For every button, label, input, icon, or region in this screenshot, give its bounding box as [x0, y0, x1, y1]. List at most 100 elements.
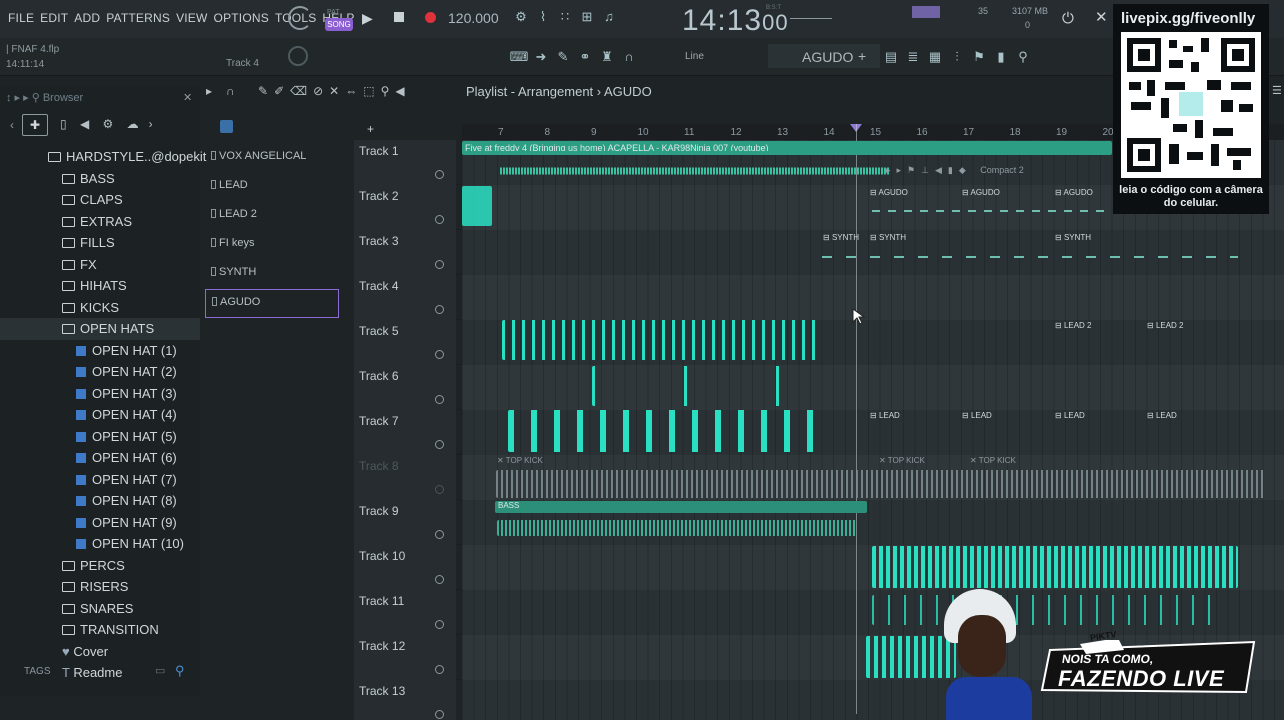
browser-file[interactable]: OPEN HAT (3): [0, 383, 200, 405]
track-lane[interactable]: [462, 455, 1284, 500]
track-lane[interactable]: [462, 545, 1284, 590]
playlist-menu-icon[interactable]: ☰: [1272, 84, 1282, 97]
draw-tool-icon[interactable]: ✎: [258, 84, 274, 98]
track-header[interactable]: Track 7: [354, 410, 456, 455]
playback-tool-icon[interactable]: ◀: [395, 84, 410, 98]
pattern-item[interactable]: SYNTH: [205, 260, 339, 289]
close-icon[interactable]: ✕: [1095, 8, 1108, 26]
browser-folder[interactable]: OPEN HATS: [0, 318, 200, 340]
track-mute-toggle[interactable]: [435, 710, 444, 719]
track-header[interactable]: Track 9: [354, 500, 456, 545]
browser-folder[interactable]: SNARES: [0, 598, 200, 620]
select-tool-icon[interactable]: ⬚: [363, 84, 380, 98]
channel-rack-icon[interactable]: ≣: [902, 48, 924, 66]
playlist-options-icon[interactable]: ▸: [206, 84, 212, 98]
browser-close-icon[interactable]: ✕: [183, 91, 192, 104]
browser-folder[interactable]: TRANSITION: [0, 619, 200, 641]
magnet-icon[interactable]: ∩: [618, 48, 640, 66]
browser-folder[interactable]: PERCS: [0, 555, 200, 577]
track-lane[interactable]: [462, 500, 1284, 545]
browser-folder[interactable]: BASS: [0, 168, 200, 190]
add-pattern-icon[interactable]: +: [858, 48, 866, 64]
link-icon[interactable]: ⚭: [574, 48, 596, 66]
paint-tool-icon[interactable]: ✐: [274, 84, 290, 98]
track-mute-toggle[interactable]: [435, 575, 444, 584]
track-header[interactable]: Track 3: [354, 230, 456, 275]
cloud-icon[interactable]: ☁: [127, 117, 139, 131]
pencil-icon[interactable]: ✎: [552, 48, 574, 66]
menu-file[interactable]: FILE: [8, 11, 34, 25]
track-mute-toggle[interactable]: [435, 350, 444, 359]
menu-options[interactable]: OPTIONS: [214, 11, 269, 25]
stamp-icon[interactable]: ♜: [596, 48, 618, 66]
delete-tool-icon[interactable]: ⌫: [290, 84, 313, 98]
menu-patterns[interactable]: PATTERNS: [106, 11, 170, 25]
pattern-item[interactable]: AGUDO: [205, 289, 339, 318]
metronome-icon[interactable]: ⚙ ⌇ ∷ ⊞ ♫: [510, 8, 620, 26]
menu-edit[interactable]: EDIT: [40, 11, 68, 25]
browser-file[interactable]: OPEN HAT (6): [0, 447, 200, 469]
browser-back-icon[interactable]: ‹: [10, 118, 14, 132]
track-mute-toggle[interactable]: [435, 260, 444, 269]
track-header[interactable]: Track 11: [354, 590, 456, 635]
browser-folder[interactable]: HIHATS: [0, 275, 200, 297]
menu-view[interactable]: VIEW: [176, 11, 207, 25]
pattern-item[interactable]: LEAD 2: [205, 202, 339, 231]
track-mute-toggle[interactable]: [435, 215, 444, 224]
track-lane[interactable]: [462, 590, 1284, 635]
track-header[interactable]: Track 1: [354, 140, 456, 185]
pattern-item[interactable]: VOX ANGELICAL: [205, 144, 339, 173]
pin-icon[interactable]: ⚲: [1012, 48, 1034, 66]
master-volume-knob[interactable]: [288, 6, 312, 30]
folder-icon[interactable]: ▭: [155, 664, 165, 677]
pattern-picker-icon[interactable]: [220, 120, 233, 133]
browser-folder[interactable]: RISERS: [0, 576, 200, 598]
track-lane[interactable]: [462, 365, 1284, 410]
play-icon[interactable]: ▶: [362, 10, 373, 27]
speaker-icon[interactable]: ◀: [80, 117, 89, 131]
track-mute-toggle[interactable]: [435, 485, 444, 494]
search-icon[interactable]: ⚲: [175, 663, 185, 679]
track-lane[interactable]: [462, 230, 1284, 275]
track-lane[interactable]: [462, 320, 1284, 365]
browser-file[interactable]: OPEN HAT (1): [0, 340, 200, 362]
zoom-tool-icon[interactable]: ⚲: [381, 84, 396, 98]
track-header[interactable]: Track 8: [354, 455, 456, 500]
files-icon[interactable]: ▯: [60, 117, 67, 131]
track-mute-toggle[interactable]: [435, 620, 444, 629]
browser-folder[interactable]: HARDSTYLE..@dopekit: [0, 146, 206, 168]
piano-roll-icon[interactable]: ▦: [924, 48, 946, 66]
track-header[interactable]: Track 5: [354, 320, 456, 365]
track-lane[interactable]: [462, 275, 1284, 320]
browser-folder[interactable]: FX: [0, 254, 200, 276]
track-header[interactable]: Track 12: [354, 635, 456, 680]
track-mute-toggle[interactable]: [435, 170, 444, 179]
browser-folder[interactable]: FILLS: [0, 232, 200, 254]
track-header[interactable]: Track 6: [354, 365, 456, 410]
plugin-icon[interactable]: ⚑: [968, 48, 990, 66]
add-track-icon[interactable]: +: [367, 122, 374, 136]
menu-add[interactable]: ADD: [74, 11, 100, 25]
pattern-item[interactable]: FI keys: [205, 231, 339, 260]
browser-folder[interactable]: KICKS: [0, 297, 200, 319]
stop-icon[interactable]: [394, 12, 404, 22]
track-header[interactable]: Track 4: [354, 275, 456, 320]
track-mute-toggle[interactable]: [435, 440, 444, 449]
track-mute-toggle[interactable]: [435, 395, 444, 404]
pitch-slider[interactable]: [790, 18, 832, 19]
pan-knob[interactable]: [288, 46, 308, 66]
browser-folder[interactable]: EXTRAS: [0, 211, 200, 233]
playlist-magnet-icon[interactable]: ∩: [226, 84, 235, 98]
track-mute-toggle[interactable]: [435, 305, 444, 314]
mute-tool-icon[interactable]: ⊘: [313, 84, 329, 98]
power-icon[interactable]: ⏻: [1062, 10, 1074, 27]
browser-folder[interactable]: CLAPS: [0, 189, 200, 211]
tempo-display[interactable]: 120.000: [448, 10, 499, 28]
browser-file[interactable]: OPEN HAT (8): [0, 490, 200, 512]
arrow-icon[interactable]: ➜: [530, 48, 552, 66]
browser-all-tab[interactable]: ✚: [22, 114, 48, 136]
browser-icon[interactable]: ⫶: [946, 48, 968, 66]
track-mute-toggle[interactable]: [435, 665, 444, 674]
browser-file[interactable]: OPEN HAT (5): [0, 426, 200, 448]
slip-tool-icon[interactable]: ✕: [329, 84, 345, 98]
